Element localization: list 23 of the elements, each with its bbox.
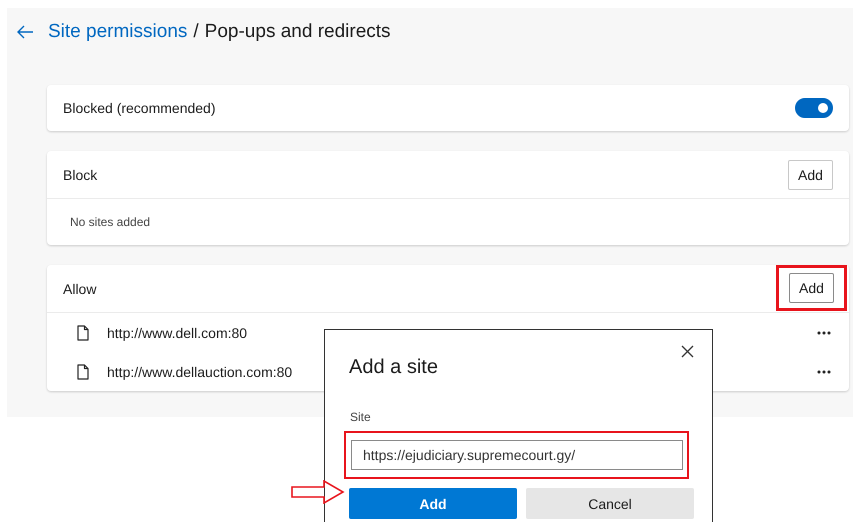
field-label: Site xyxy=(350,410,372,424)
more-icon[interactable] xyxy=(817,330,831,334)
site-url: http://www.dell.com:80 xyxy=(107,324,248,340)
empty-message: No sites added xyxy=(70,215,150,229)
cancel-button[interactable]: Cancel xyxy=(526,488,694,519)
document-icon xyxy=(77,364,89,380)
setting-label: Blocked (recommended) xyxy=(63,100,216,116)
document-icon xyxy=(77,324,89,340)
page-title: Pop-ups and redirects xyxy=(204,21,391,43)
section-title: Block xyxy=(63,166,98,182)
add-button[interactable]: Add xyxy=(349,488,517,519)
add-button[interactable]: Add xyxy=(789,273,834,303)
more-icon[interactable] xyxy=(817,370,831,374)
breadcrumb-separator: / xyxy=(193,21,199,43)
breadcrumb-link[interactable]: Site permissions xyxy=(48,21,188,43)
site-input-field[interactable]: https://ejudiciary.supremecourt.gy/ xyxy=(351,440,683,470)
site-url: http://www.dellauction.com:80 xyxy=(107,364,292,380)
add-button[interactable]: Add xyxy=(788,160,833,190)
close-icon[interactable] xyxy=(681,345,694,358)
back-arrow-icon[interactable] xyxy=(16,25,34,39)
toggle-switch[interactable] xyxy=(795,98,833,118)
dialog-title: Add a site xyxy=(349,356,438,379)
section-title: Allow xyxy=(63,280,96,296)
